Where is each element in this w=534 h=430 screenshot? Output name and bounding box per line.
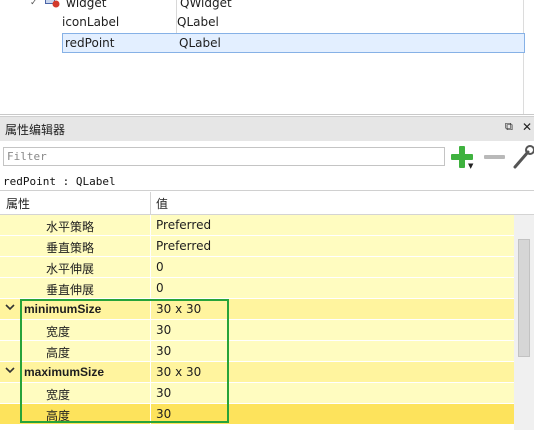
tree-item-redpoint[interactable]: redPoint QLabel — [62, 33, 525, 53]
cell-divider — [150, 341, 151, 362]
cell-divider — [150, 278, 151, 299]
property-row-max-height[interactable]: 高度 30 — [0, 404, 514, 425]
property-table: 水平策略 Preferred 垂直策略 Preferred 水平伸展 0 垂直伸… — [0, 215, 534, 430]
property-value[interactable]: 30 — [156, 386, 171, 400]
property-value[interactable]: 30 x 30 — [156, 302, 201, 316]
property-row-horizontal-stretch[interactable]: 水平伸展 0 — [0, 257, 514, 278]
tree-item-name: iconLabel — [62, 15, 120, 29]
filter-toolbar: ▼ — [0, 141, 534, 173]
property-name: 宽度 — [46, 388, 71, 402]
property-row-min-width[interactable]: 宽度 30 — [0, 320, 514, 341]
caret-down-icon: ▼ — [468, 162, 474, 170]
property-value[interactable]: 30 — [156, 323, 171, 337]
header-divider — [150, 192, 151, 214]
close-icon[interactable]: ✕ — [522, 120, 534, 134]
property-name: 水平伸展 — [46, 262, 95, 276]
property-name: 水平策略 — [46, 220, 95, 234]
wrench-icon — [513, 145, 534, 169]
property-value[interactable]: 30 — [156, 407, 171, 421]
property-name: 垂直伸展 — [46, 283, 95, 297]
cell-divider — [150, 299, 151, 320]
configure-button[interactable] — [512, 144, 534, 170]
header-value[interactable]: 值 — [156, 195, 168, 212]
vertical-scrollbar[interactable] — [514, 215, 534, 430]
minus-icon — [484, 155, 505, 159]
property-value[interactable]: 0 — [156, 281, 164, 295]
property-name: 宽度 — [46, 325, 71, 339]
tree-item-iconlabel[interactable]: iconLabel QLabel — [62, 12, 522, 32]
cell-divider — [150, 236, 151, 257]
plus-icon-stem — [459, 146, 465, 168]
property-name: 高度 — [46, 346, 71, 360]
property-editor-titlebar: 属性编辑器 ⧉ ✕ — [0, 116, 534, 141]
remove-property-button[interactable] — [483, 144, 507, 170]
add-property-button[interactable]: ▼ — [450, 144, 476, 170]
scrollbar-thumb[interactable] — [518, 239, 530, 357]
property-value[interactable]: Preferred — [156, 239, 211, 253]
widget-icon — [45, 0, 60, 8]
property-name: minimumSize — [24, 302, 102, 316]
chevron-down-icon[interactable]: ✓ — [30, 0, 38, 13]
chevron-down-icon[interactable] — [5, 301, 15, 313]
cell-divider — [150, 404, 151, 425]
property-group-minimumsize[interactable]: minimumSize 30 x 30 — [0, 299, 514, 320]
property-row-horizontal-policy[interactable]: 水平策略 Preferred — [0, 215, 514, 236]
property-name: 垂直策略 — [46, 241, 95, 255]
object-class-label: redPoint : QLabel — [3, 175, 116, 188]
cell-divider — [150, 383, 151, 404]
property-row-vertical-policy[interactable]: 垂直策略 Preferred — [0, 236, 514, 257]
property-name: 高度 — [46, 409, 71, 423]
filter-input[interactable] — [3, 147, 445, 166]
tree-item-name: redPoint — [65, 36, 115, 50]
tree-item-class: QLabel — [179, 36, 221, 50]
property-table-header: 属性 值 — [0, 192, 534, 215]
object-inspector: ✓ widget QWidget iconLabel QLabel redPoi… — [0, 0, 534, 115]
property-value[interactable]: 30 — [156, 344, 171, 358]
property-row-min-height[interactable]: 高度 30 — [0, 341, 514, 362]
divider — [0, 190, 534, 191]
property-value[interactable]: Preferred — [156, 218, 211, 232]
float-icon[interactable]: ⧉ — [505, 121, 517, 133]
cell-divider — [150, 362, 151, 383]
tree-item-class: QLabel — [177, 15, 219, 29]
property-row-vertical-stretch[interactable]: 垂直伸展 0 — [0, 278, 514, 299]
dock-title: 属性编辑器 — [5, 123, 66, 137]
inspector-edge — [523, 0, 524, 114]
property-name: maximumSize — [24, 365, 105, 379]
property-value[interactable]: 30 x 30 — [156, 365, 201, 379]
cell-divider — [150, 215, 151, 236]
cell-divider — [150, 320, 151, 341]
cell-divider — [150, 257, 151, 278]
property-value[interactable]: 0 — [156, 260, 164, 274]
header-property[interactable]: 属性 — [6, 195, 30, 212]
chevron-down-icon[interactable] — [5, 364, 15, 376]
property-row-max-width[interactable]: 宽度 30 — [0, 383, 514, 404]
property-group-maximumsize[interactable]: maximumSize 30 x 30 — [0, 362, 514, 383]
